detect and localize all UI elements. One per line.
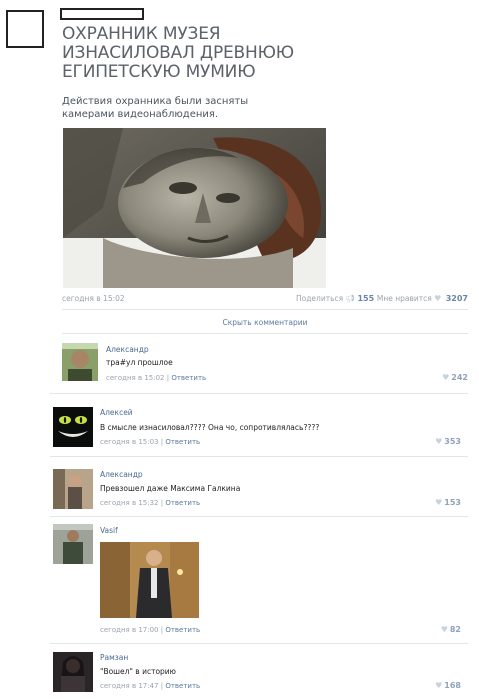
author-name-redacted[interactable]	[60, 8, 144, 20]
like-button[interactable]: Мне нравится ♥ 3207	[377, 294, 468, 303]
comment-likes[interactable]: ♥ 168	[435, 681, 461, 690]
comment-date[interactable]: сегодня в 17:00	[100, 626, 159, 634]
comment-text: В смысле изнасиловал???? Она чо, сопроти…	[100, 423, 320, 432]
post-meta-bar: сегодня в 15:02 Поделиться 📢︎ 155 Мне нр…	[62, 294, 468, 306]
comment-avatar[interactable]	[53, 524, 93, 564]
heart-icon: ♥	[435, 681, 443, 690]
hide-comments-link[interactable]: Скрыть комментарии	[62, 318, 468, 327]
reply-button[interactable]: Ответить	[171, 374, 206, 382]
comment-avatar[interactable]	[53, 407, 93, 447]
author-avatar-redacted[interactable]	[6, 10, 44, 48]
comment-date[interactable]: сегодня в 15:03	[100, 438, 159, 446]
heart-icon: ♥	[442, 373, 450, 382]
comment-text: Превзошел даже Максима Галкина	[100, 484, 241, 493]
comment-author[interactable]: Алексей	[100, 408, 133, 417]
heart-icon: ♥	[440, 625, 448, 634]
comment-author[interactable]: Рамзан	[100, 653, 128, 662]
comment-like-count: 82	[449, 625, 461, 634]
reply-button[interactable]: Ответить	[165, 499, 200, 507]
comment-divider	[50, 643, 468, 644]
comment-like-count: 153	[444, 498, 461, 507]
post-divider	[62, 309, 468, 310]
share-label: Поделиться	[296, 294, 344, 303]
post-photo[interactable]	[63, 128, 326, 288]
comment-meta: сегодня в 15:32 | Ответить	[100, 499, 201, 507]
comment-divider	[50, 516, 468, 517]
comment-divider	[50, 456, 468, 457]
comment-avatar[interactable]	[62, 343, 98, 381]
comment-author[interactable]: Vasif	[100, 526, 118, 535]
comment-meta: сегодня в 17:00 | Ответить	[100, 626, 201, 634]
post-description: Действия охранника были засняты камерами…	[62, 96, 249, 120]
comment-likes[interactable]: ♥ 153	[435, 498, 461, 507]
heart-icon: ♥	[434, 294, 442, 303]
comment-date[interactable]: сегодня в 15:32	[100, 499, 159, 507]
comment-author[interactable]: Александр	[100, 470, 143, 479]
comment-meta: сегодня в 15:02 | Ответить	[106, 374, 207, 382]
comment-author[interactable]: Александр	[106, 345, 149, 354]
comments-divider	[62, 333, 468, 334]
post-title: ОХРАННИК МУЗЕЯ ИЗНАСИЛОВАЛ ДРЕВНЮЮ ЕГИПЕ…	[62, 24, 294, 82]
comment-likes[interactable]: ♥ 353	[435, 437, 461, 446]
reply-button[interactable]: Ответить	[165, 682, 200, 690]
comment-avatar[interactable]	[53, 469, 93, 509]
reply-button[interactable]: Ответить	[165, 438, 200, 446]
heart-icon: ♥	[435, 437, 443, 446]
likes-count: 3207	[445, 294, 468, 303]
comment-avatar[interactable]	[53, 652, 93, 692]
comment-photo[interactable]	[100, 542, 199, 618]
comment-meta: сегодня в 17:47 | Ответить	[100, 682, 201, 690]
likes-label: Мне нравится	[376, 294, 432, 303]
comment-like-count: 353	[444, 437, 461, 446]
comment-like-count: 168	[444, 681, 461, 690]
megaphone-icon: 📢︎	[345, 294, 356, 303]
post-date[interactable]: сегодня в 15:02	[62, 294, 125, 303]
comment-likes[interactable]: ♥ 82	[441, 625, 461, 634]
heart-icon: ♥	[435, 498, 443, 507]
comment-text: тра#ул прошлое	[106, 358, 173, 367]
share-count: 155	[357, 294, 375, 303]
comment-meta: сегодня в 15:03 | Ответить	[100, 438, 201, 446]
comment-divider	[50, 393, 468, 394]
share-button[interactable]: Поделиться 📢︎ 155	[296, 294, 374, 303]
reply-button[interactable]: Ответить	[165, 626, 200, 634]
comment-likes[interactable]: ♥ 242	[442, 373, 468, 382]
comment-like-count: 242	[451, 373, 468, 382]
comment-date[interactable]: сегодня в 17:47	[100, 682, 159, 690]
comment-date[interactable]: сегодня в 15:02	[106, 374, 165, 382]
comment-text: "Вошел" в историю	[100, 667, 176, 676]
